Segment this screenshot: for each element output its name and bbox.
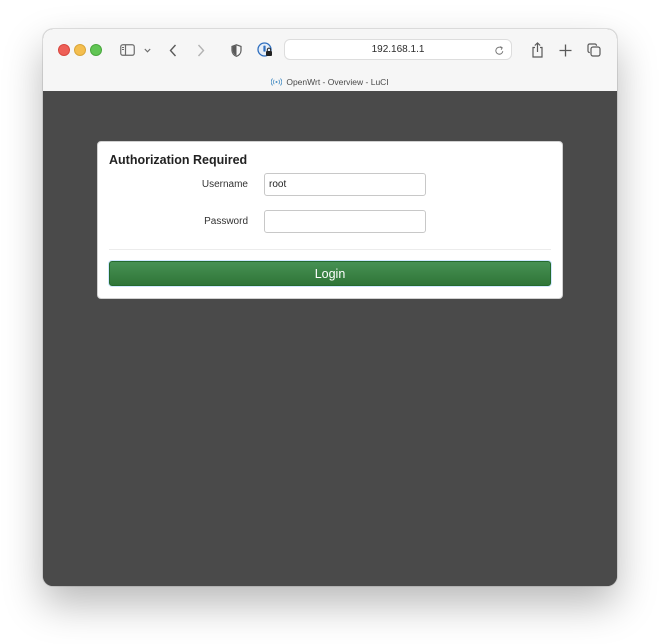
- tab-title[interactable]: OpenWrt - Overview - LuCI: [43, 75, 617, 89]
- browser-window: 192.168.1.1 OpenWrt - Overview - LuCI Au…: [43, 29, 617, 586]
- address-bar[interactable]: 192.168.1.1: [284, 39, 512, 60]
- sidebar-toggle-icon[interactable]: [119, 39, 135, 61]
- divider: [109, 249, 551, 250]
- password-manager-icon[interactable]: [257, 39, 273, 61]
- page-content: Authorization Required Username Password…: [43, 91, 617, 586]
- wireless-signal-icon: [271, 76, 283, 90]
- zoom-window-button[interactable]: [90, 44, 102, 56]
- privacy-shield-icon[interactable]: [229, 39, 243, 61]
- forward-arrow-icon[interactable]: [195, 39, 207, 61]
- login-button[interactable]: Login: [109, 261, 551, 286]
- reload-icon[interactable]: [494, 43, 505, 61]
- back-arrow-icon[interactable]: [167, 39, 179, 61]
- share-icon[interactable]: [529, 39, 545, 61]
- chevron-down-icon[interactable]: [142, 39, 152, 61]
- minimize-window-button[interactable]: [74, 44, 86, 56]
- username-field[interactable]: [264, 173, 426, 196]
- browser-toolbar: 192.168.1.1 OpenWrt - Overview - LuCI: [43, 29, 617, 92]
- tab-overview-icon[interactable]: [586, 39, 602, 61]
- address-text: 192.168.1.1: [371, 44, 425, 55]
- login-heading: Authorization Required: [109, 153, 248, 167]
- username-label: Username: [201, 179, 248, 190]
- password-field[interactable]: [264, 210, 426, 233]
- new-tab-icon[interactable]: [557, 39, 573, 61]
- close-window-button[interactable]: [58, 44, 70, 56]
- password-label: Password: [204, 216, 248, 227]
- login-panel: Authorization Required Username Password…: [97, 141, 563, 299]
- tab-title-text: OpenWrt - Overview - LuCI: [286, 77, 389, 87]
